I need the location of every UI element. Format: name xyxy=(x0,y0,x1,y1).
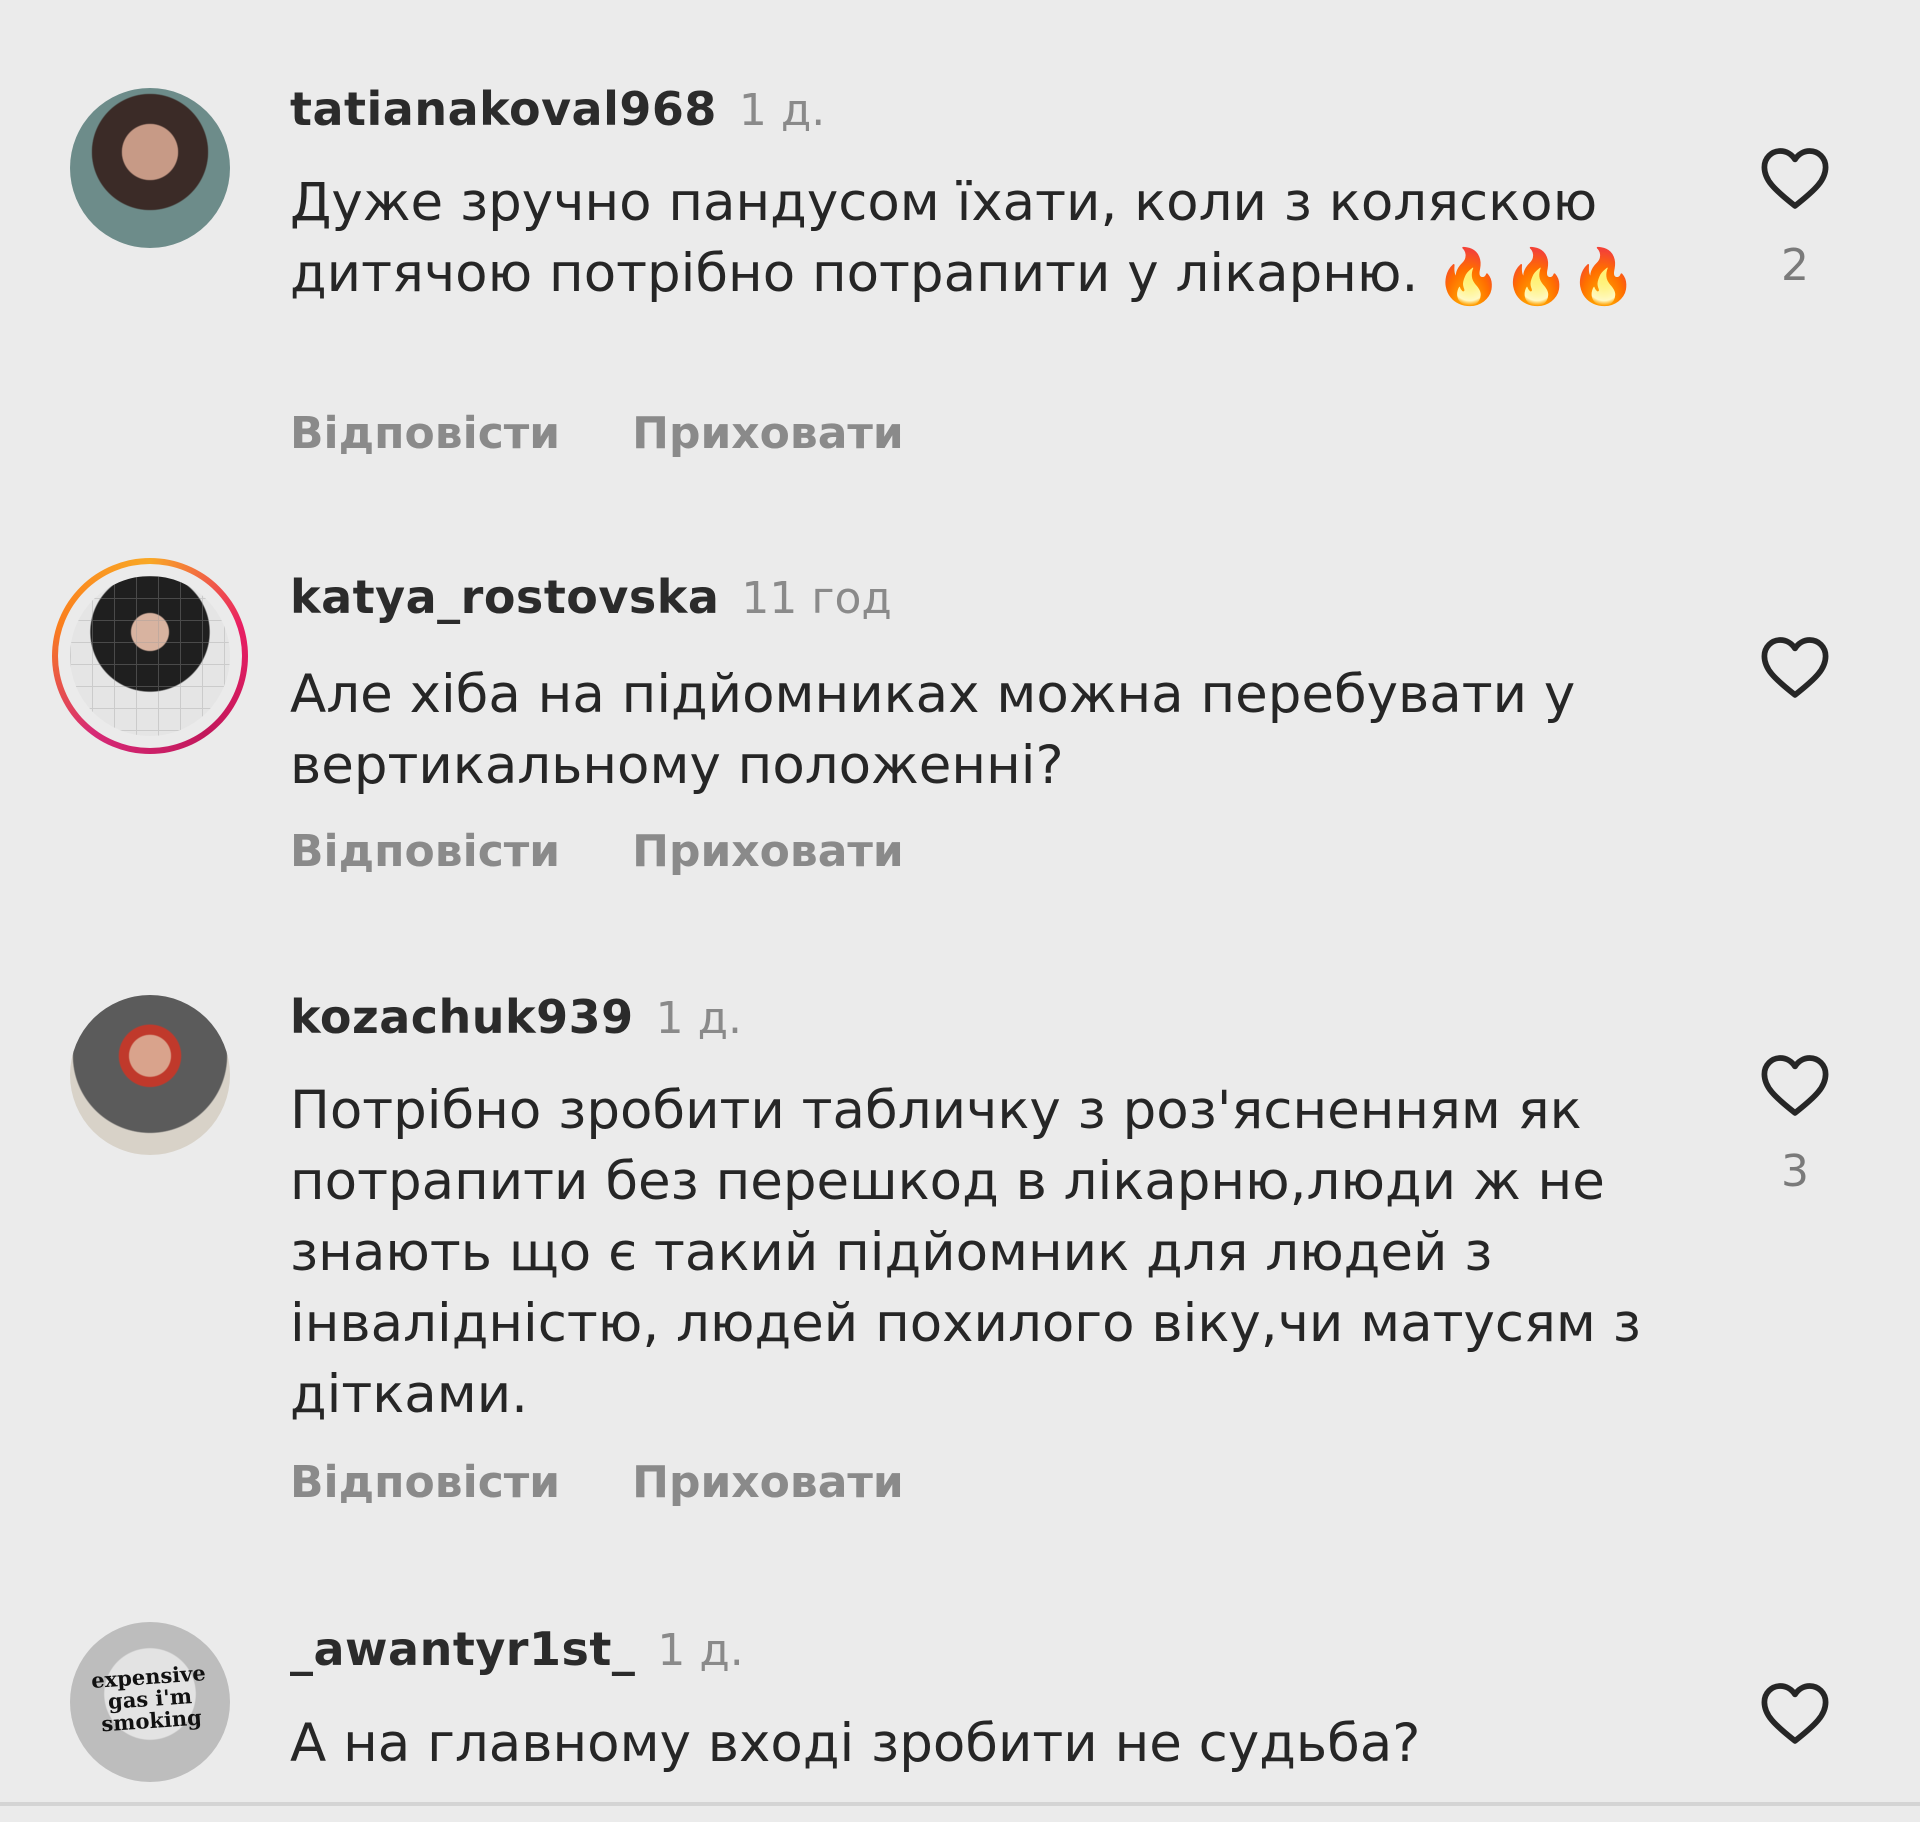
heart-icon[interactable] xyxy=(1758,145,1832,211)
hide-button[interactable]: Приховати xyxy=(632,826,904,877)
comment-text: А на главному вході зробити не судьба? xyxy=(290,1713,1421,1774)
reply-button[interactable]: Відповісти xyxy=(290,1457,560,1508)
comment-text-block: Дуже зручно пандусом їхати, коли з коляс… xyxy=(290,167,1710,309)
hide-button[interactable]: Приховати xyxy=(632,408,904,459)
comment-text: Потрібно зробити табличку з роз'ясненням… xyxy=(290,1080,1641,1425)
like-count: 2 xyxy=(1781,240,1809,291)
like-count: 3 xyxy=(1781,1146,1809,1197)
reply-button[interactable]: Відповісти xyxy=(290,408,560,459)
avatar-image: expensive gas i'm smoking xyxy=(70,1622,230,1782)
heart-icon[interactable] xyxy=(1758,634,1832,700)
comment-text: Але хіба на підйомниках можна перебувати… xyxy=(290,664,1576,796)
avatar-pattern xyxy=(70,576,230,736)
comment-time: 11 год xyxy=(741,573,892,624)
avatar[interactable]: expensive gas i'm smoking xyxy=(70,1622,230,1782)
comment-username[interactable]: katya_rostovska xyxy=(290,570,719,624)
comment-username[interactable]: kozachuk939 xyxy=(290,990,634,1044)
avatar-image xyxy=(70,995,230,1155)
comment-text: Дуже зручно пандусом їхати, коли з коляс… xyxy=(290,172,1598,304)
comment-time: 1 д. xyxy=(657,1625,744,1676)
comment-time: 1 д. xyxy=(738,85,826,136)
reply-button[interactable]: Відповісти xyxy=(290,826,560,877)
comment-username[interactable]: _awantyr1st_ xyxy=(290,1622,635,1676)
avatar-ring-gap xyxy=(58,564,242,748)
avatar[interactable] xyxy=(70,88,230,248)
divider xyxy=(0,1802,1920,1806)
avatar-image xyxy=(70,88,230,248)
avatar[interactable] xyxy=(70,995,230,1155)
heart-icon[interactable] xyxy=(1758,1680,1832,1746)
avatar-image xyxy=(70,576,230,736)
avatar-text: expensive gas i'm smoking xyxy=(90,1660,207,1737)
comment-time: 1 д. xyxy=(655,993,743,1044)
hide-button[interactable]: Приховати xyxy=(632,1457,904,1508)
avatar-story-ring[interactable] xyxy=(52,558,248,754)
heart-icon[interactable] xyxy=(1758,1052,1832,1118)
fire-emoji: 🔥🔥🔥 xyxy=(1435,245,1637,308)
comment-username[interactable]: tatianakoval968 xyxy=(290,82,717,136)
